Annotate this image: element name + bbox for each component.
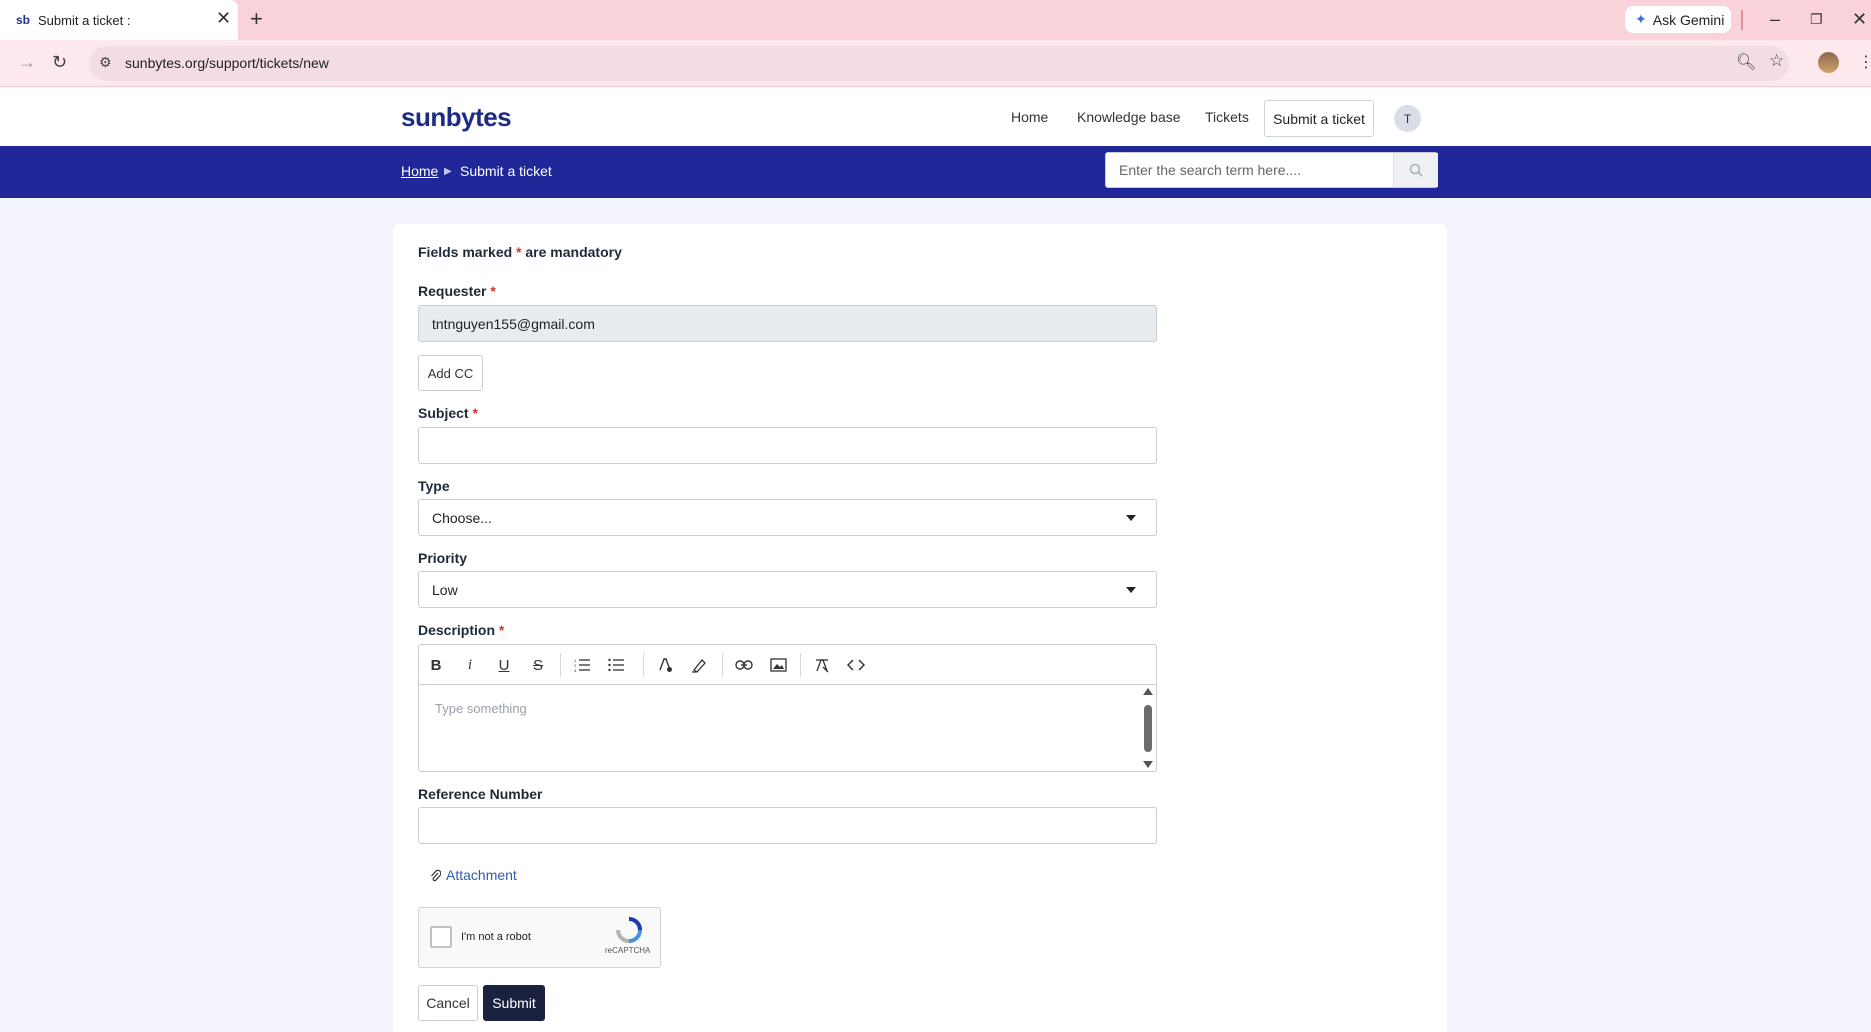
mandatory-note-prefix: Fields marked [418, 244, 513, 260]
link-icon[interactable] [733, 654, 755, 676]
code-icon[interactable] [845, 654, 867, 676]
editor-toolbar: B i U S 123 [419, 645, 1156, 685]
bold-icon[interactable]: B [425, 654, 447, 676]
subject-input[interactable] [418, 427, 1157, 464]
highlight-icon[interactable] [688, 654, 710, 676]
bookmark-star-icon[interactable]: ☆ [1769, 51, 1784, 71]
minimize-icon[interactable]: – [1770, 7, 1780, 31]
description-label-text: Description [418, 622, 496, 638]
image-icon[interactable] [767, 654, 789, 676]
toolbar-divider [722, 653, 723, 677]
search-button[interactable] [1393, 153, 1438, 187]
nav-tickets[interactable]: Tickets [1205, 109, 1249, 125]
tab-title: Submit a ticket : [38, 13, 131, 28]
toolbar-divider [800, 653, 801, 677]
cancel-button[interactable]: Cancel [418, 985, 478, 1021]
clear-format-icon[interactable] [811, 654, 833, 676]
recaptcha-logo-icon [616, 917, 642, 943]
sunbytes-logo[interactable]: sunbytes [401, 102, 512, 133]
reference-number-input[interactable] [418, 807, 1157, 844]
close-window-icon[interactable]: ✕ [1852, 7, 1867, 31]
mandatory-note: Fields marked * are mandatory [418, 244, 622, 260]
new-tab-icon[interactable]: + [250, 7, 263, 31]
priority-select[interactable]: Low [418, 571, 1157, 608]
subject-label: Subject * [418, 405, 478, 421]
required-star: * [498, 622, 505, 638]
address-bar[interactable]: ⚙ sunbytes.org/support/tickets/new 🔍︎ ☆ [89, 46, 1789, 81]
text-color-icon[interactable] [654, 654, 676, 676]
gemini-spark-icon: ✦ [1635, 11, 1647, 27]
type-select[interactable]: Choose... [418, 499, 1157, 536]
breadcrumb-home[interactable]: Home [401, 163, 438, 179]
required-star: * [516, 244, 522, 260]
ask-gemini-label: Ask Gemini [1652, 11, 1725, 28]
breadcrumb-current: Submit a ticket [460, 163, 552, 179]
requester-label: Requester * [418, 283, 496, 299]
editor-scrollbar[interactable] [1141, 686, 1155, 771]
strikethrough-icon[interactable]: S [527, 654, 549, 676]
svg-text:3: 3 [574, 668, 577, 672]
profile-avatar-icon[interactable] [1818, 52, 1839, 73]
site-favicon: sb [16, 13, 31, 27]
description-editor: B i U S 123 Type something [418, 644, 1157, 772]
required-star: * [472, 405, 478, 421]
browser-toolbar: → ↻ ⚙ sunbytes.org/support/tickets/new 🔍… [0, 40, 1871, 87]
scroll-up-icon[interactable] [1143, 688, 1153, 695]
search-input[interactable] [1106, 153, 1392, 187]
recaptcha-brand: reCAPTCHA [605, 946, 651, 955]
ticket-form: Fields marked * are mandatory Requester … [393, 224, 1447, 1032]
italic-icon[interactable]: i [459, 654, 481, 676]
toolbar-divider [560, 653, 561, 677]
add-cc-button[interactable]: Add CC [418, 355, 483, 391]
reload-icon[interactable]: ↻ [52, 52, 67, 73]
underline-icon[interactable]: U [493, 654, 515, 676]
scroll-down-icon[interactable] [1143, 761, 1153, 768]
type-selected-value: Choose... [432, 509, 492, 526]
breadcrumb-band: Home ▶ Submit a ticket [0, 146, 1871, 198]
search-icon [1409, 163, 1423, 177]
browser-tab-strip: sb Submit a ticket : ✕ + ✦ Ask Gemini – … [0, 0, 1871, 40]
required-star: * [490, 283, 496, 299]
recaptcha-widget: I'm not a robot reCAPTCHA [418, 907, 661, 968]
restore-icon[interactable]: ❐ [1810, 7, 1823, 31]
reference-number-label: Reference Number [418, 786, 543, 802]
search-box [1105, 152, 1438, 188]
toolbar-divider [643, 653, 644, 677]
submit-button[interactable]: Submit [483, 985, 545, 1021]
description-textarea[interactable]: Type something [435, 701, 527, 716]
attachment-label: Attachment [446, 867, 517, 883]
subject-label-text: Subject [418, 405, 469, 421]
site-header: sunbytes Home Knowledge base Tickets Sub… [0, 88, 1871, 146]
chevron-down-icon [1126, 515, 1136, 521]
chevron-down-icon [1126, 587, 1136, 593]
divider [1741, 10, 1743, 30]
type-label: Type [418, 478, 450, 494]
nav-submit-ticket[interactable]: Submit a ticket [1264, 100, 1374, 137]
requester-field: tntnguyen155@gmail.com [418, 305, 1157, 342]
priority-selected-value: Low [432, 581, 458, 598]
recaptcha-label: I'm not a robot [461, 931, 531, 943]
scrollbar-thumb[interactable] [1144, 705, 1152, 752]
nav-knowledge-base[interactable]: Knowledge base [1077, 109, 1181, 125]
site-info-icon[interactable]: ⚙ [99, 54, 112, 71]
bullet-list-icon[interactable] [605, 654, 627, 676]
priority-label: Priority [418, 550, 468, 566]
breadcrumb-separator-icon: ▶ [444, 166, 452, 177]
zoom-icon[interactable]: 🔍︎ [1736, 52, 1756, 72]
browser-menu-icon[interactable]: ⋮ [1858, 52, 1871, 72]
requester-label-text: Requester [418, 283, 487, 299]
close-tab-icon[interactable]: ✕ [216, 9, 231, 27]
ask-gemini-button[interactable]: ✦ Ask Gemini [1625, 6, 1731, 33]
user-avatar[interactable]: T [1394, 105, 1421, 132]
ordered-list-icon[interactable]: 123 [571, 654, 593, 676]
mandatory-note-suffix: are mandatory [525, 244, 622, 260]
nav-home[interactable]: Home [1011, 109, 1048, 125]
recaptcha-checkbox[interactable] [430, 926, 452, 948]
paperclip-icon [431, 869, 441, 881]
attachment-link[interactable]: Attachment [430, 867, 517, 883]
browser-tab[interactable]: sb Submit a ticket : ✕ [0, 0, 238, 40]
back-icon[interactable]: → [18, 52, 36, 73]
description-label: Description * [418, 622, 504, 638]
url-text[interactable]: sunbytes.org/support/tickets/new [125, 55, 329, 71]
